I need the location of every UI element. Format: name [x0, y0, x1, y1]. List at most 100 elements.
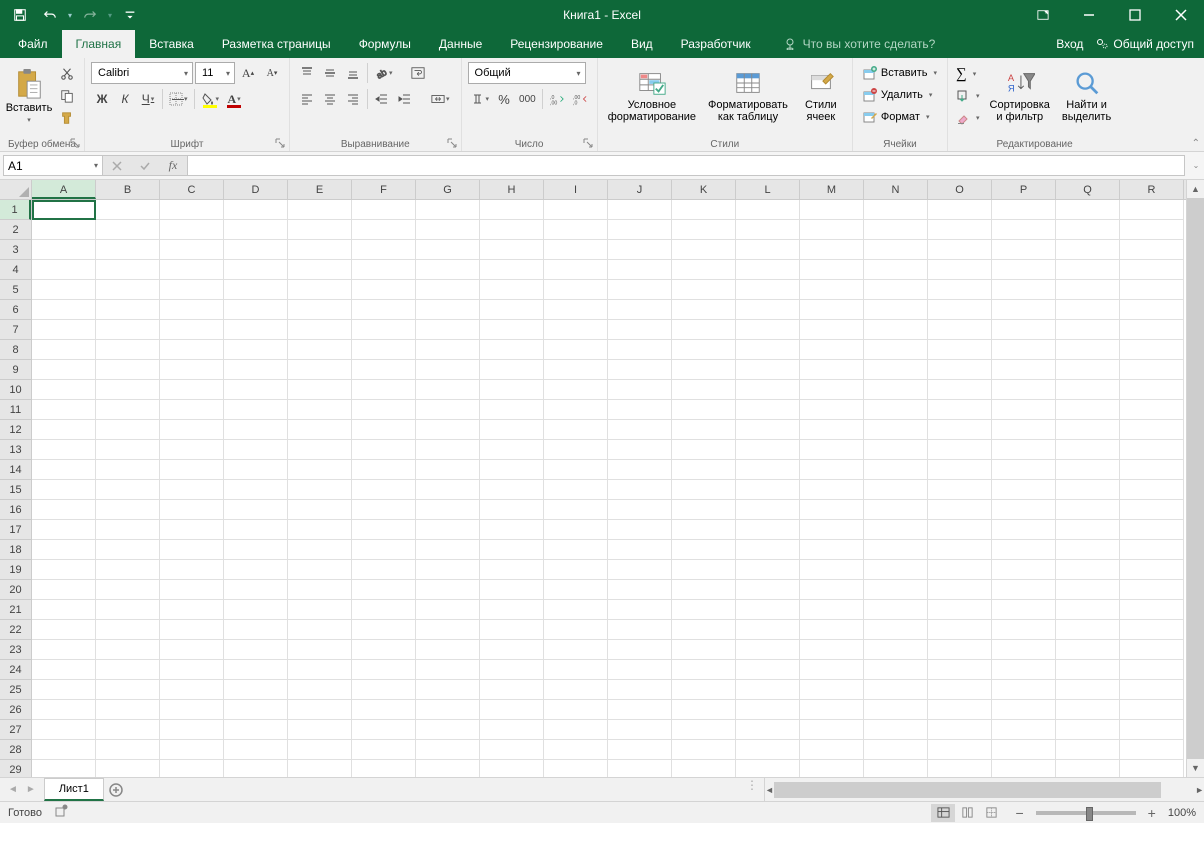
cell[interactable] — [1120, 740, 1184, 760]
cell[interactable] — [608, 600, 672, 620]
cell[interactable] — [736, 580, 800, 600]
column-header[interactable]: P — [992, 180, 1056, 199]
cell[interactable] — [928, 200, 992, 220]
scroll-down-icon[interactable]: ▼ — [1187, 759, 1204, 777]
row-header[interactable]: 15 — [0, 480, 31, 500]
cell[interactable] — [224, 500, 288, 520]
cell[interactable] — [1056, 260, 1120, 280]
cell[interactable] — [544, 460, 608, 480]
bold-button[interactable]: Ж — [91, 88, 113, 110]
cell[interactable] — [864, 280, 928, 300]
cell[interactable] — [416, 380, 480, 400]
cell[interactable] — [672, 260, 736, 280]
cell[interactable] — [224, 620, 288, 640]
cell[interactable] — [672, 740, 736, 760]
cell[interactable] — [288, 520, 352, 540]
cell[interactable] — [800, 340, 864, 360]
decrease-indent-icon[interactable] — [371, 88, 393, 110]
cell[interactable] — [160, 640, 224, 660]
select-all-button[interactable] — [0, 180, 32, 199]
row-header[interactable]: 24 — [0, 660, 31, 680]
cell[interactable] — [1056, 280, 1120, 300]
cell[interactable] — [224, 540, 288, 560]
cell[interactable] — [352, 500, 416, 520]
cell[interactable] — [224, 440, 288, 460]
column-header[interactable]: O — [928, 180, 992, 199]
cell[interactable] — [608, 220, 672, 240]
cell[interactable] — [992, 700, 1056, 720]
cell[interactable] — [416, 760, 480, 777]
cell[interactable] — [608, 580, 672, 600]
cell[interactable] — [864, 400, 928, 420]
cell[interactable] — [544, 300, 608, 320]
cell[interactable] — [608, 440, 672, 460]
cell[interactable] — [992, 240, 1056, 260]
cell[interactable] — [480, 740, 544, 760]
cell[interactable] — [416, 740, 480, 760]
zoom-in-icon[interactable]: + — [1144, 805, 1160, 821]
cell[interactable] — [416, 200, 480, 220]
cell[interactable] — [1056, 740, 1120, 760]
vscroll-thumb[interactable] — [1187, 198, 1204, 759]
cell[interactable] — [544, 240, 608, 260]
cell[interactable] — [1120, 640, 1184, 660]
cell[interactable] — [1120, 620, 1184, 640]
cell[interactable] — [352, 220, 416, 240]
insert-function-icon[interactable]: fx — [159, 158, 187, 173]
cell[interactable] — [224, 760, 288, 777]
cell[interactable] — [544, 400, 608, 420]
column-header[interactable]: B — [96, 180, 160, 199]
cell[interactable] — [928, 280, 992, 300]
delete-cells-button[interactable]: Удалить▾ — [859, 84, 941, 106]
cell[interactable] — [672, 540, 736, 560]
column-header[interactable]: C — [160, 180, 224, 199]
cell[interactable] — [800, 440, 864, 460]
cell[interactable] — [32, 520, 96, 540]
cell[interactable] — [352, 380, 416, 400]
column-header[interactable]: K — [672, 180, 736, 199]
cell[interactable] — [992, 560, 1056, 580]
cell[interactable] — [1056, 560, 1120, 580]
autosum-button[interactable]: ∑▾ — [954, 63, 982, 85]
cell[interactable] — [352, 680, 416, 700]
cell[interactable] — [96, 580, 160, 600]
cell[interactable] — [160, 440, 224, 460]
cell[interactable] — [96, 680, 160, 700]
cell[interactable] — [992, 640, 1056, 660]
cell[interactable] — [864, 620, 928, 640]
cell[interactable] — [1056, 600, 1120, 620]
cell[interactable] — [96, 640, 160, 660]
format-as-table-button[interactable]: Форматировать как таблицу — [704, 62, 792, 130]
cell[interactable] — [96, 740, 160, 760]
cell[interactable] — [160, 260, 224, 280]
tab-view[interactable]: Вид — [617, 30, 667, 58]
cell[interactable] — [96, 520, 160, 540]
cell[interactable] — [1056, 460, 1120, 480]
scroll-right-icon[interactable]: ► — [1195, 781, 1204, 799]
cell[interactable] — [608, 700, 672, 720]
cell[interactable] — [32, 340, 96, 360]
cell[interactable] — [32, 720, 96, 740]
row-header[interactable]: 22 — [0, 620, 31, 640]
cell[interactable] — [1056, 700, 1120, 720]
ribbon-display-options-icon[interactable] — [1020, 0, 1066, 30]
cell[interactable] — [928, 700, 992, 720]
cell[interactable] — [352, 520, 416, 540]
cell[interactable] — [1120, 420, 1184, 440]
cell[interactable] — [160, 400, 224, 420]
cell[interactable] — [352, 460, 416, 480]
cell[interactable] — [224, 660, 288, 680]
sheet-tab[interactable]: Лист1 — [44, 778, 104, 801]
cell[interactable] — [928, 420, 992, 440]
cell[interactable] — [608, 560, 672, 580]
row-header[interactable]: 12 — [0, 420, 31, 440]
cell[interactable] — [160, 240, 224, 260]
cell[interactable] — [992, 540, 1056, 560]
cell[interactable] — [800, 660, 864, 680]
cell[interactable] — [736, 760, 800, 777]
cell[interactable] — [864, 300, 928, 320]
cell[interactable] — [544, 280, 608, 300]
close-icon[interactable] — [1158, 0, 1204, 30]
cell[interactable] — [992, 340, 1056, 360]
column-header[interactable]: M — [800, 180, 864, 199]
